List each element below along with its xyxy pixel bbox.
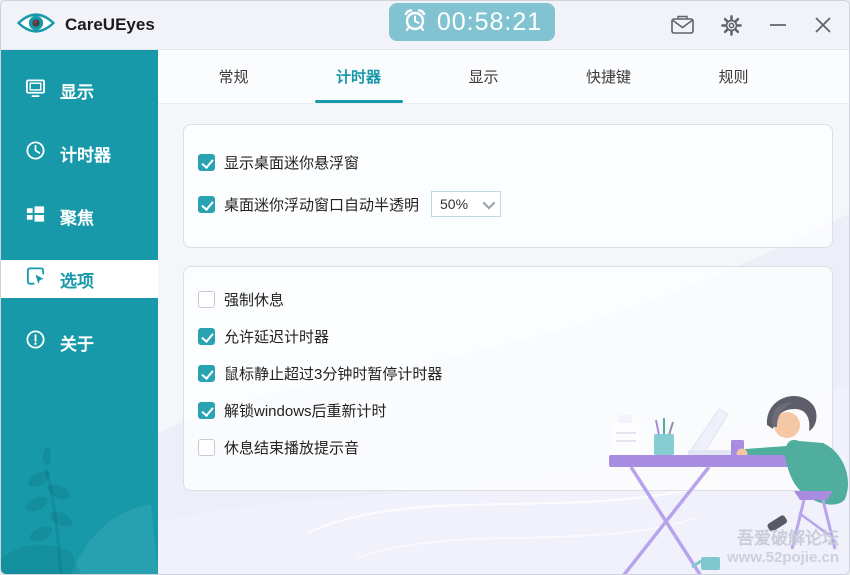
setting-row-break-end-sound: 休息结束播放提示音 bbox=[198, 437, 818, 458]
timer-behavior-panel: 强制休息 允许延迟计时器 鼠标静止超过3分钟时暂停计时器 解锁windows后重… bbox=[183, 266, 833, 491]
sidebar: 显示 计时器 聚焦 bbox=[1, 49, 158, 574]
tab-label: 计时器 bbox=[336, 66, 381, 87]
checkbox-label: 显示桌面迷你悬浮窗 bbox=[224, 152, 359, 173]
checkbox-show-mini-window[interactable] bbox=[198, 154, 215, 171]
checkbox-break-end-sound[interactable] bbox=[198, 439, 215, 456]
focus-tiles-icon bbox=[25, 204, 46, 229]
tab-label: 常规 bbox=[218, 66, 248, 87]
sidebar-item-about[interactable]: 关于 bbox=[1, 323, 158, 361]
sidebar-item-timer[interactable]: 计时器 bbox=[1, 134, 158, 172]
sidebar-item-label: 计时器 bbox=[60, 141, 111, 166]
careueyes-window: CareUEyes 00:58:21 bbox=[0, 0, 850, 575]
checkbox-label: 桌面迷你浮动窗口自动半透明 bbox=[224, 194, 419, 215]
checkbox-allow-delay[interactable] bbox=[198, 328, 215, 345]
watermark-line2: www.52pojie.cn bbox=[727, 549, 839, 568]
app-brand: CareUEyes bbox=[17, 1, 155, 49]
sidebar-item-focus[interactable]: 聚焦 bbox=[1, 197, 158, 235]
sidebar-item-display[interactable]: 显示 bbox=[1, 71, 158, 109]
watermark-line1: 吾爱破解论坛 bbox=[727, 528, 839, 549]
floating-window-panel: 显示桌面迷你悬浮窗 桌面迷你浮动窗口自动半透明 50% bbox=[183, 124, 833, 248]
eye-logo-icon bbox=[17, 10, 55, 41]
tab-rules[interactable]: 规则 bbox=[671, 49, 796, 103]
forum-watermark: 吾爱破解论坛 www.52pojie.cn bbox=[727, 528, 839, 568]
opacity-dropdown[interactable]: 50% bbox=[431, 191, 501, 217]
setting-row-restart-on-unlock: 解锁windows后重新计时 bbox=[198, 400, 818, 421]
gear-icon[interactable] bbox=[720, 14, 743, 37]
opacity-dropdown-value: 50% bbox=[440, 196, 468, 212]
sidebar-item-label: 显示 bbox=[60, 78, 94, 103]
tab-label: 快捷键 bbox=[586, 66, 631, 87]
settings-tabbar: 常规 计时器 显示 快捷键 规则 bbox=[158, 49, 849, 104]
setting-row-show-mini-window: 显示桌面迷你悬浮窗 bbox=[198, 152, 818, 173]
checkbox-restart-on-unlock[interactable] bbox=[198, 402, 215, 419]
tab-display[interactable]: 显示 bbox=[421, 49, 546, 103]
options-cursor-icon bbox=[25, 266, 46, 292]
minimize-icon[interactable] bbox=[768, 15, 788, 35]
clock-icon bbox=[25, 140, 46, 166]
titlebar-controls bbox=[670, 1, 833, 49]
monitor-icon bbox=[25, 78, 46, 103]
close-icon[interactable] bbox=[813, 15, 833, 35]
title-bar: CareUEyes 00:58:21 bbox=[1, 1, 849, 50]
sidebar-leaf-decoration bbox=[1, 384, 158, 574]
sidebar-item-label: 聚焦 bbox=[60, 204, 94, 229]
checkbox-label: 解锁windows后重新计时 bbox=[224, 400, 387, 421]
timer-value: 00:58:21 bbox=[437, 8, 542, 37]
chevron-down-icon bbox=[483, 196, 496, 209]
checkbox-force-break[interactable] bbox=[198, 291, 215, 308]
checkbox-auto-translucent[interactable] bbox=[198, 196, 215, 213]
checkbox-pause-on-idle[interactable] bbox=[198, 365, 215, 382]
sidebar-item-label: 选项 bbox=[60, 267, 94, 292]
setting-row-pause-on-idle: 鼠标静止超过3分钟时暂停计时器 bbox=[198, 363, 818, 384]
checkbox-label: 鼠标静止超过3分钟时暂停计时器 bbox=[224, 363, 442, 384]
setting-row-allow-delay: 允许延迟计时器 bbox=[198, 326, 818, 347]
about-icon bbox=[25, 329, 46, 355]
alarm-clock-icon bbox=[402, 7, 428, 38]
setting-row-auto-translucent: 桌面迷你浮动窗口自动半透明 50% bbox=[198, 191, 818, 217]
checkbox-label: 允许延迟计时器 bbox=[224, 326, 329, 347]
setting-row-force-break: 强制休息 bbox=[198, 289, 818, 310]
tab-label: 显示 bbox=[468, 66, 498, 87]
tab-hotkeys[interactable]: 快捷键 bbox=[546, 49, 671, 103]
sidebar-item-options[interactable]: 选项 bbox=[1, 260, 158, 298]
mail-icon[interactable] bbox=[670, 14, 695, 36]
checkbox-label: 休息结束播放提示音 bbox=[224, 437, 359, 458]
tab-label: 规则 bbox=[718, 66, 748, 87]
app-title: CareUEyes bbox=[65, 15, 155, 35]
checkbox-label: 强制休息 bbox=[224, 289, 284, 310]
tab-timer[interactable]: 计时器 bbox=[296, 49, 421, 103]
sidebar-item-label: 关于 bbox=[60, 330, 94, 355]
timer-badge[interactable]: 00:58:21 bbox=[389, 3, 555, 41]
tab-general[interactable]: 常规 bbox=[171, 49, 296, 103]
